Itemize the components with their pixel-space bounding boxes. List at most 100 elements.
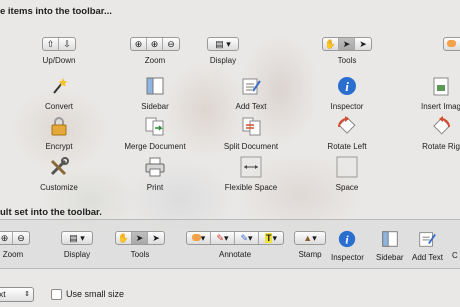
default-display-label: Display bbox=[63, 250, 91, 259]
updown-label: Up/Down bbox=[42, 56, 76, 65]
default-display[interactable]: ▤ ▾ Display bbox=[61, 231, 93, 259]
sidebar-icon bbox=[382, 231, 398, 247]
default-inspector-label: Inspector bbox=[331, 253, 364, 262]
page-up-icon: ⇧ bbox=[43, 38, 59, 50]
display-mode-icon: ▤ ▾ bbox=[215, 39, 231, 49]
encrypt-label: Encrypt bbox=[45, 142, 73, 151]
text-select-tool-icon: ➤ bbox=[359, 39, 367, 49]
add-text-icon bbox=[242, 78, 261, 95]
inspector-label: Inspector bbox=[330, 102, 364, 111]
default-stamp-label: Stamp bbox=[298, 250, 322, 259]
default-toolbar-strip[interactable]: ⊕ ⊖ Zoom ▤ ▾ Display ✋ ➤ ➤ Tools ▾ ✎▾ ✎▾ T▾ An… bbox=[0, 219, 460, 269]
merge-document-item[interactable]: Merge Document bbox=[107, 115, 203, 151]
updown-item[interactable]: ⇧ ⇩ Up/Down bbox=[11, 37, 107, 65]
default-annotate[interactable]: ▾ ✎▾ ✎▾ T▾ Annotate bbox=[186, 231, 284, 259]
info-icon: i bbox=[338, 77, 356, 95]
zoom-out-icon: ⊖ bbox=[17, 233, 25, 243]
zoom-fit-icon: ⊕ bbox=[131, 38, 147, 50]
space-item[interactable]: Space bbox=[299, 156, 395, 192]
rotate-left-label: Rotate Left bbox=[327, 142, 367, 151]
default-add-text[interactable]: Add Text bbox=[412, 229, 443, 262]
flexible-space-icon bbox=[240, 156, 262, 178]
highlight-text-icon: T▾ bbox=[264, 233, 278, 243]
print-item[interactable]: Print bbox=[107, 156, 203, 192]
use-small-size-label: Use small size bbox=[66, 289, 125, 299]
customize-item[interactable]: Customize bbox=[11, 156, 107, 192]
default-tools[interactable]: ✋ ➤ ➤ Tools bbox=[115, 231, 165, 259]
lock-icon bbox=[51, 117, 67, 136]
merge-document-icon bbox=[145, 117, 164, 136]
rotate-right-label: Rotate Rig bbox=[422, 142, 460, 151]
convert-label: Convert bbox=[44, 102, 73, 111]
use-small-size-checkbox[interactable] bbox=[51, 289, 62, 300]
display-control: ▤ ▾ bbox=[207, 37, 239, 51]
sidebar-icon bbox=[146, 77, 164, 95]
zoom-control: ⊕ ⊕ ⊖ bbox=[130, 37, 180, 51]
default-partial-item[interactable]: C bbox=[452, 229, 458, 260]
default-inspector[interactable]: i Inspector bbox=[331, 229, 364, 262]
default-display-control: ▤ ▾ bbox=[61, 231, 93, 245]
tools-label: Tools bbox=[337, 56, 357, 65]
default-annotate-label: Annotate bbox=[218, 250, 252, 259]
pen-red-icon: ✎▾ bbox=[211, 232, 235, 244]
insert-image-item[interactable]: Insert Imag bbox=[393, 75, 460, 111]
rotate-left-icon bbox=[338, 116, 356, 134]
default-zoom-control: ⊕ ⊖ bbox=[0, 231, 30, 245]
select-tool-icon: ➤ bbox=[339, 38, 355, 50]
hand-tool-icon: ✋ bbox=[116, 232, 132, 244]
hand-tool-icon: ✋ bbox=[323, 38, 339, 50]
default-stamp[interactable]: ▲▾ Stamp bbox=[294, 231, 326, 259]
display-item[interactable]: ▤ ▾ Display bbox=[175, 37, 271, 65]
tools-item[interactable]: ✋ ➤ ➤ Tools bbox=[299, 37, 395, 65]
pen-blue-icon: ✎▾ bbox=[235, 232, 259, 244]
sidebar-label: Sidebar bbox=[141, 102, 169, 111]
insert-image-icon bbox=[433, 77, 449, 96]
sidebar-item[interactable]: Sidebar bbox=[107, 75, 203, 111]
default-tools-control: ✋ ➤ ➤ bbox=[115, 231, 165, 245]
zoom-in-icon: ⊕ bbox=[0, 232, 13, 244]
tools-wrench-icon bbox=[50, 157, 69, 176]
add-text-item[interactable]: Add Text bbox=[203, 75, 299, 111]
encrypt-item[interactable]: Encrypt bbox=[11, 115, 107, 151]
split-document-item[interactable]: Split Document bbox=[203, 115, 299, 151]
rotate-left-item[interactable]: Rotate Left bbox=[299, 115, 395, 151]
add-text-icon bbox=[419, 232, 437, 247]
info-icon: i bbox=[339, 230, 356, 248]
default-set-heading: ult set into the toolbar. bbox=[0, 207, 102, 218]
merge-document-label: Merge Document bbox=[124, 142, 186, 151]
space-icon bbox=[336, 156, 358, 178]
tools-control: ✋ ➤ ➤ bbox=[322, 37, 372, 51]
split-document-icon bbox=[242, 117, 261, 136]
speech-bubble-icon: ▾ bbox=[187, 232, 211, 244]
show-select-value: xt bbox=[0, 289, 6, 299]
rotate-right-icon bbox=[433, 116, 451, 135]
default-tools-label: Tools bbox=[130, 250, 150, 259]
select-tool-icon: ➤ bbox=[132, 232, 148, 244]
updown-control: ⇧ ⇩ bbox=[42, 37, 76, 51]
print-label: Print bbox=[146, 183, 164, 192]
inspector-item[interactable]: i Inspector bbox=[299, 75, 395, 111]
default-add-text-label: Add Text bbox=[412, 253, 443, 262]
page-down-icon: ⇩ bbox=[63, 39, 71, 49]
default-stamp-control: ▲▾ bbox=[294, 231, 326, 245]
default-sidebar[interactable]: Sidebar bbox=[376, 229, 404, 262]
default-annotate-control: ▾ ✎▾ ✎▾ T▾ bbox=[186, 231, 284, 245]
printer-icon bbox=[145, 157, 165, 177]
default-zoom-label: Zoom bbox=[2, 250, 24, 259]
default-sidebar-label: Sidebar bbox=[376, 253, 404, 262]
insert-image-label: Insert Imag bbox=[420, 102, 460, 111]
default-zoom[interactable]: ⊕ ⊖ Zoom bbox=[0, 231, 30, 259]
svg-text:i: i bbox=[345, 79, 349, 94]
split-document-label: Split Document bbox=[223, 142, 279, 151]
display-mode-icon: ▤ ▾ bbox=[69, 233, 85, 243]
customize-label: Customize bbox=[40, 183, 78, 192]
convert-item[interactable]: Convert bbox=[11, 75, 107, 111]
available-items-heading: e items into the toolbar... bbox=[0, 6, 112, 17]
flexible-space-item[interactable]: Flexible Space bbox=[203, 156, 299, 192]
show-select[interactable]: xt ⇕ bbox=[0, 287, 34, 302]
rotate-right-item[interactable]: Rotate Rig bbox=[393, 115, 460, 151]
flexible-space-label: Flexible Space bbox=[224, 183, 278, 192]
annotate-item-partial[interactable] bbox=[443, 37, 460, 51]
text-select-tool-icon: ➤ bbox=[152, 233, 160, 243]
add-text-label: Add Text bbox=[235, 102, 267, 111]
